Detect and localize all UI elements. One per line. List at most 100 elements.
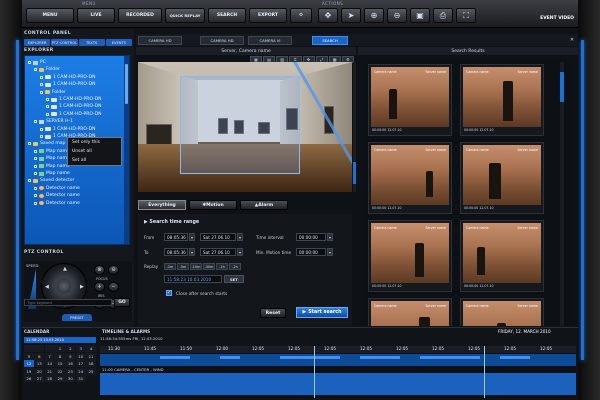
tree-item[interactable]: 1 CAM-HD-PRO-DN [40, 74, 95, 81]
tab-camera-vi[interactable]: CAMERA VI [248, 36, 292, 45]
tree-item[interactable]: 1 CAM-HD-PRO-DN [46, 103, 101, 110]
replay-5m-button[interactable]: -5m [177, 263, 189, 270]
tab-ptz-control[interactable]: PTZ CONTROL [51, 39, 78, 46]
action-print-button[interactable]: ⎙ [433, 8, 453, 23]
calendar-day[interactable]: 30 [65, 375, 76, 382]
checkbox-icon[interactable] [34, 157, 37, 161]
camera-video-view[interactable] [138, 62, 352, 192]
time-interval-spinner[interactable]: ▾ [327, 233, 333, 241]
tree-item[interactable]: Detector name [34, 192, 80, 199]
focus-near-button[interactable]: + [94, 282, 105, 292]
zoom-out-button[interactable]: ⊖ [108, 265, 119, 275]
tree-item[interactable]: Saved detector [28, 177, 74, 184]
calendar-day[interactable]: 7 [44, 352, 55, 360]
tree-item[interactable]: PC [28, 59, 46, 66]
start-search-button[interactable]: ▶ Start search [296, 307, 348, 318]
from-date-dropdown[interactable]: ▾ [237, 233, 243, 241]
calendar-day[interactable]: 18 [86, 360, 96, 367]
replay-1m-button[interactable]: -1m [164, 263, 176, 270]
calendar-day[interactable]: 17 [75, 360, 86, 367]
calendar-day[interactable]: 29 [55, 375, 65, 382]
checkbox-icon[interactable] [28, 61, 31, 64]
action-select-button[interactable]: ➤ [341, 8, 361, 23]
arrow-up-icon[interactable]: ▲ [63, 266, 67, 272]
checkbox-icon[interactable] [40, 90, 43, 94]
search-button[interactable]: SEARCH [208, 8, 246, 23]
checkbox-icon[interactable] [34, 194, 37, 198]
calendar-day[interactable]: 25 [86, 367, 96, 375]
calendar-day[interactable]: 31 [75, 375, 86, 382]
tree-item[interactable]: Map name [34, 155, 70, 162]
recorded-button[interactable]: RECORDED [118, 8, 162, 23]
to-time-spinner[interactable]: ▾ [189, 248, 195, 256]
replay-10m-button[interactable]: -10m [190, 263, 202, 270]
checkbox-icon[interactable] [46, 105, 49, 109]
video-scrollbar[interactable] [353, 62, 356, 192]
calendar-day[interactable]: 5 [24, 352, 34, 360]
tab-alarm[interactable]: ▲ Alarm [240, 200, 288, 210]
tree-item[interactable]: Folder [40, 89, 66, 96]
tree-item[interactable]: 1 CAM-HD-PRO-DN [46, 111, 101, 118]
calendar-day[interactable]: 3 [75, 345, 86, 352]
context-set-only-this[interactable]: Set only this [68, 138, 121, 147]
reset-button[interactable]: Reset [260, 308, 286, 318]
timeline-segment[interactable] [420, 356, 480, 359]
focus-far-button[interactable]: − [108, 282, 119, 292]
export-button[interactable]: EXPORT [249, 8, 287, 23]
action-snapshot-button[interactable]: ▣ [410, 8, 430, 23]
tree-item[interactable]: Detector name [34, 185, 80, 192]
time-interval-field[interactable]: 00:00:00 [296, 233, 326, 241]
min-motion-spinner[interactable]: ▾ [327, 248, 333, 256]
set-button[interactable]: SET [224, 275, 244, 283]
timeline-area[interactable]: 11:30 11:45 11:50 12:00 12:05 12:05 12:05 12:05… [100, 346, 576, 398]
calendar-day[interactable]: 15 [55, 360, 65, 367]
result-thumbnail[interactable]: Camera name Server name 00:00:00 12.07.10 [460, 220, 544, 292]
calendar-day[interactable]: 12 [24, 360, 34, 367]
tab-search[interactable]: SEARCH [312, 36, 348, 45]
timeline-track[interactable] [100, 354, 576, 366]
checkbox-icon[interactable] [34, 164, 37, 168]
result-thumbnail[interactable]: Camera name Server name 00:00:00 12.07.10 [368, 220, 452, 292]
checkbox-icon[interactable] [40, 75, 43, 79]
context-set-all[interactable]: Set all [68, 156, 121, 165]
tree-item[interactable]: Detector name [34, 200, 80, 207]
checkbox-icon[interactable] [46, 112, 49, 116]
calendar-day[interactable]: 28 [44, 375, 55, 382]
min-motion-field[interactable]: 00:00:00 [296, 248, 326, 256]
go-button[interactable]: GO [114, 298, 130, 307]
calendar-day[interactable]: 26 [24, 375, 34, 382]
from-date-field[interactable]: Sat 27.06.10 [200, 233, 236, 241]
tree-item[interactable]: Map name [34, 170, 70, 177]
checkbox-icon[interactable] [40, 135, 43, 138]
tab-camera-hd-2[interactable]: CAMERA HD [200, 36, 244, 45]
menu-button[interactable]: MENU [26, 8, 74, 23]
checkbox-icon[interactable] [28, 142, 31, 146]
tab-everything[interactable]: Everything [138, 200, 186, 210]
tab-explorer[interactable]: EXPLORER [24, 39, 51, 46]
timeline-segment[interactable] [360, 356, 400, 359]
calendar-day[interactable]: 19 [24, 367, 34, 375]
result-thumbnail[interactable]: Camera name Server name 00:00:00 12.07.10 [368, 142, 452, 214]
calendar-day[interactable]: 9 [65, 352, 76, 360]
from-time-spinner[interactable]: ▾ [189, 233, 195, 241]
calendar-day[interactable]: 24 [75, 367, 86, 375]
from-time-field[interactable]: 08:05:36 [164, 233, 188, 241]
result-thumbnail[interactable]: Camera name Server name 00:00:00 12.07.10 [460, 142, 544, 214]
timeline-segment[interactable] [220, 356, 240, 359]
tab-camera-hd-1[interactable]: CAMERA HD [138, 36, 182, 45]
live-button[interactable]: LIVE [77, 8, 115, 23]
checkbox-icon[interactable] [46, 98, 49, 101]
zoom-in-button[interactable]: ⊕ [94, 265, 105, 275]
to-time-field[interactable]: 08:05:36 [164, 248, 188, 256]
calendar-day[interactable]: 6 [34, 352, 45, 360]
tree-item[interactable]: Map name [34, 148, 70, 155]
action-zoom-in-button[interactable]: ⊕ [364, 8, 384, 23]
checkbox-icon[interactable] [34, 186, 37, 190]
calendar-day[interactable]: 8 [55, 352, 65, 360]
quick-replay-button[interactable]: QUICK REPLAY [165, 8, 205, 23]
replay-2h-button[interactable]: -2h [229, 263, 241, 270]
calendar-day[interactable]: 22 [55, 367, 65, 375]
tree-scrollbar[interactable] [124, 56, 129, 244]
tab-events[interactable]: EVENTS [105, 39, 132, 46]
checkbox-icon[interactable] [34, 120, 37, 124]
